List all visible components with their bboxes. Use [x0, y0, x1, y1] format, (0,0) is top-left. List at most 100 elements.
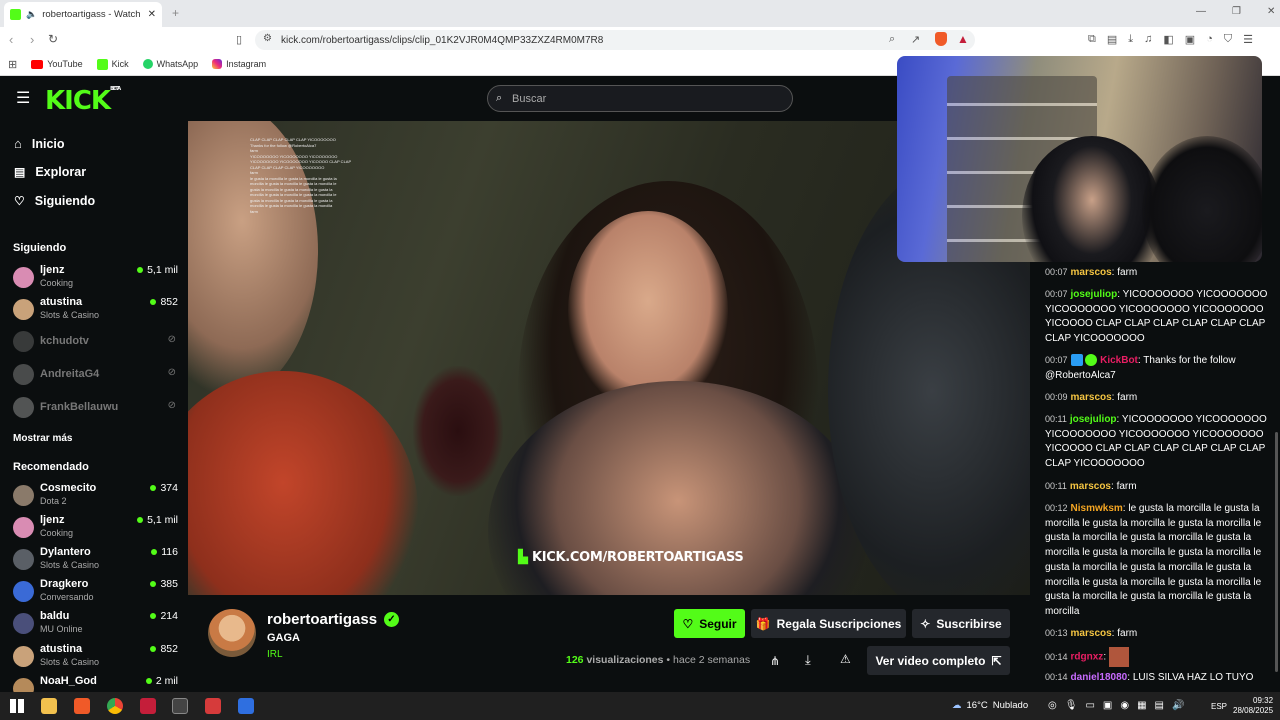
bookmark-icon[interactable]: ▯	[236, 33, 242, 46]
browser-tab-bar	[0, 0, 1280, 27]
tab-close-icon[interactable]: ✕	[148, 9, 156, 20]
download-icon[interactable]: ⤓	[805, 652, 811, 668]
nav-inicio[interactable]: ⌂ Inicio	[14, 136, 65, 151]
video-overlay-chat: CLAP CLAP CLAP CLAP CLAP YICOOOOOOO Than…	[250, 137, 352, 214]
recommended-item[interactable]: Dylantero Slots & Casino 116	[13, 546, 178, 576]
obs-icon[interactable]	[172, 698, 188, 714]
channel-avatar[interactable]	[208, 609, 256, 657]
app-icon[interactable]	[205, 698, 221, 714]
apps-grid-icon[interactable]: ⊞	[8, 58, 17, 71]
weather-widget[interactable]: ☁ 16°C Nublado	[952, 700, 1028, 711]
chat-username[interactable]: rdgnxz	[1071, 652, 1104, 663]
bookmark-youtube[interactable]: YouTube	[31, 59, 83, 69]
brave-rewards-icon[interactable]: ▲	[957, 32, 969, 46]
restore-icon[interactable]: ❐	[1232, 6, 1241, 17]
minimize-icon[interactable]: —	[1196, 6, 1206, 17]
category-link[interactable]: IRL	[267, 649, 283, 660]
recommended-item[interactable]: atustina Slots & Casino 852	[13, 643, 178, 673]
whatsapp-icon	[142, 59, 153, 69]
chat-username[interactable]: marscos	[1071, 267, 1112, 278]
full-video-button[interactable]: Ver video completo ⇱	[867, 646, 1010, 675]
share-icon[interactable]: ↗	[911, 33, 920, 46]
forward-icon[interactable]: ›	[30, 32, 34, 47]
recommended-item[interactable]: ljenz Cooking 5,1 mil	[13, 514, 178, 544]
following-item[interactable]: kchudotv ⊘	[13, 328, 178, 358]
zoom-icon[interactable]: ⌕	[889, 33, 895, 46]
menu-icon[interactable]: ☰	[1243, 33, 1253, 46]
tray-icon[interactable]: ◎	[1048, 700, 1057, 711]
offline-icon: ⊘	[167, 400, 176, 411]
reload-icon[interactable]: ↻	[48, 32, 58, 46]
reader-icon[interactable]: ▤	[1107, 33, 1117, 46]
chat-username[interactable]: marscos	[1071, 392, 1112, 403]
clip-title: GAGA	[267, 632, 300, 644]
file-explorer-icon[interactable]	[41, 698, 57, 714]
following-item[interactable]: AndreitaG4 ⊘	[13, 361, 178, 391]
site-settings-icon[interactable]: ⚙	[263, 33, 272, 44]
chat-scrollbar[interactable]	[1275, 432, 1278, 672]
following-item[interactable]: atustina Slots & Casino 852	[13, 296, 178, 326]
address-bar[interactable]: ⚙ kick.com/robertoartigass/clips/clip_01…	[255, 30, 975, 50]
download-icon[interactable]: ⤓	[1128, 33, 1133, 46]
kick-logo[interactable]: KICKBETA	[45, 86, 121, 116]
bookmark-instagram[interactable]: Instagram	[212, 59, 266, 69]
window-controls: — ❐ ✕	[1196, 6, 1275, 17]
vpn-icon[interactable]: ◔	[1206, 33, 1213, 46]
volume-icon[interactable]: 🔊	[1172, 700, 1184, 711]
following-item[interactable]: FrankBellauwu ⊘	[13, 394, 178, 424]
share-icon[interactable]: ⋔	[770, 654, 780, 668]
chat-username[interactable]: marscos	[1070, 481, 1111, 492]
recommended-item[interactable]: baldu MU Online 214	[13, 610, 178, 640]
network-icon[interactable]: ▤	[1155, 700, 1164, 711]
chat-username[interactable]: josejuliop	[1070, 414, 1117, 425]
shield-icon[interactable]: ⛉	[1224, 33, 1232, 46]
recommended-item[interactable]: Cosmecito Dota 2 374	[13, 482, 178, 512]
following-item[interactable]: ljenz Cooking 5,1 mil	[13, 264, 178, 294]
channel-name[interactable]: robertoartigass	[267, 611, 377, 628]
back-icon[interactable]: ‹	[9, 32, 13, 47]
chat-username[interactable]: KickBot	[1100, 355, 1138, 366]
brave-shield-icon[interactable]	[935, 32, 947, 46]
recommended-item[interactable]: NoaH_God 2 mil	[13, 675, 178, 692]
chrome-icon[interactable]	[107, 698, 123, 714]
wallet-icon[interactable]: ▣	[1185, 33, 1195, 46]
search-input[interactable]: ⌕ Buscar	[487, 85, 793, 112]
gift-subs-button[interactable]: 🎁 Regala Suscripciones	[751, 609, 906, 638]
follow-button[interactable]: ♡ Seguir	[674, 609, 745, 638]
tray-icon[interactable]: ▦	[1137, 700, 1146, 711]
chat-username[interactable]: Nismwksm	[1071, 503, 1123, 514]
extensions-icon[interactable]: ⧉	[1088, 33, 1096, 46]
chat-username[interactable]: marscos	[1071, 628, 1112, 639]
hamburger-menu-icon[interactable]: ☰	[16, 88, 30, 108]
tray-icon[interactable]: ▭	[1085, 700, 1094, 711]
keyboard-language[interactable]: ESP	[1211, 702, 1227, 711]
subscribe-button[interactable]: ✧ Suscribirse	[912, 609, 1010, 638]
tray-icon[interactable]: ▣	[1103, 700, 1112, 711]
nav-explorar[interactable]: ▤ Explorar	[14, 165, 86, 179]
bookmark-whatsapp[interactable]: WhatsApp	[142, 59, 198, 69]
chat-message: 00:07 josejuliop: YICOOOOOOO YICOOOOOOO Y…	[1045, 289, 1268, 345]
mic-icon[interactable]: 🎙	[1065, 700, 1078, 711]
media-icon[interactable]: ♫	[1144, 33, 1152, 46]
app-icon[interactable]	[140, 698, 156, 714]
sidebar-toggle-icon[interactable]: ◧	[1163, 33, 1173, 46]
url-text: kick.com/robertoartigass/clips/clip_01K2…	[281, 34, 604, 46]
new-tab-icon[interactable]: +	[172, 6, 179, 20]
bookmark-kick[interactable]: Kick	[96, 58, 129, 70]
recommended-item[interactable]: Dragkero Conversando 385	[13, 578, 178, 608]
tray-icon[interactable]: ◉	[1120, 700, 1129, 711]
report-icon[interactable]: ⚠	[840, 652, 851, 666]
app-icon[interactable]	[238, 698, 254, 714]
show-more-link[interactable]: Mostrar más	[13, 433, 72, 444]
chat-username[interactable]: daniel18080	[1071, 672, 1128, 683]
windows-start-icon[interactable]	[9, 698, 25, 714]
brave-browser-icon[interactable]	[74, 698, 90, 714]
clock[interactable]: 09:32 28/08/2025	[1233, 696, 1273, 716]
viewer-count: 385	[150, 578, 178, 590]
browser-tab[interactable]: 🔈 robertoartigass - Watch clips ✕	[4, 2, 162, 27]
chat-message: 00:11 josejuliop: YICOOOOOOO YICOOOOOOO Y…	[1045, 414, 1267, 470]
kick-favicon-icon	[10, 9, 21, 20]
window-close-icon[interactable]: ✕	[1267, 6, 1275, 17]
chat-username[interactable]: josejuliop	[1071, 289, 1118, 300]
nav-siguiendo[interactable]: ♡ Siguiendo	[14, 194, 95, 208]
